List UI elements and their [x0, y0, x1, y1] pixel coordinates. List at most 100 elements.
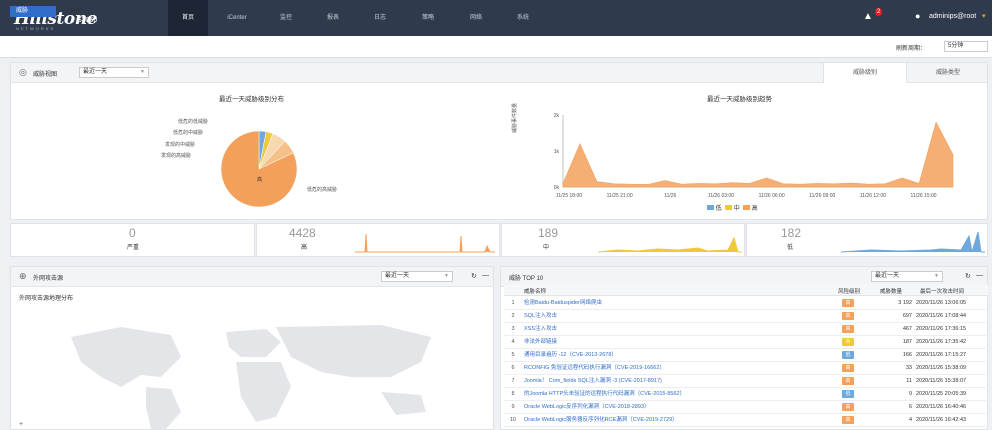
threat-name-link[interactable]: 的Joomla HTTP头未验证的远程执行代码漏洞（CVE-2015-8562） [524, 388, 685, 400]
panel-title: 威胁视图 [33, 72, 58, 78]
threat-name-link[interactable]: Joomla！ Com_fields SQL注入漏洞 -3 (CVE-2017-… [524, 375, 662, 387]
x-tick-label: 11/25 18:00 [556, 193, 582, 199]
trend-y-axis-label: 威胁事件数量 [512, 102, 518, 133]
row-index: 9 [511, 404, 515, 410]
user-icon[interactable]: ● [915, 11, 920, 21]
table-row[interactable]: 5 通用目录遍历 -12（CVE-2013-2678） 低 166 2020/11/26… [504, 349, 988, 362]
legend-medium-label[interactable]: 中 [734, 206, 740, 212]
threat-level-pie-chart [220, 130, 298, 208]
tab-threat-level[interactable]: 威胁级别 [823, 63, 907, 83]
user-menu-chevron-icon[interactable]: ▾ [982, 12, 986, 20]
threat-name-link[interactable]: 检测Baidu-Baiduspider网络爬虫 [524, 297, 602, 309]
top10-range-value: 最近一天 [875, 273, 900, 279]
nav-log[interactable]: 日志 [360, 0, 400, 36]
threat-name-link[interactable]: Oracle WebLogic反序列化漏洞（CVE-2018-2893） [524, 401, 650, 413]
risk-level-badge: 高 [842, 364, 854, 372]
tab-threat-type[interactable]: 威胁类型 [907, 63, 989, 83]
nav-icenter[interactable]: iCenter [215, 0, 259, 36]
stat-high[interactable]: 4428 高 [256, 223, 500, 257]
col-last-attack-time[interactable]: 最后一次攻击时间 [920, 287, 964, 295]
row-index: 4 [511, 339, 515, 345]
top10-table-header: 威胁名称 风险级别 威胁数量 最后一次攻击时间 [504, 285, 988, 296]
attack-source-range-value: 最近一天 [385, 273, 410, 279]
x-tick-label: 11/26 15:00 [911, 193, 937, 199]
table-row[interactable]: 2 SQL注入攻击 高 697 2020/11/26 17:08:44 [504, 310, 988, 323]
table-row[interactable]: 8 的Joomla HTTP头未验证的远程执行代码漏洞（CVE-2015-8562… [504, 388, 988, 401]
stat-high-label: 高 [301, 245, 308, 251]
alert-bell-icon[interactable]: ▲ [863, 11, 873, 22]
col-threat-name[interactable]: 威胁名称 [524, 287, 546, 295]
y-tick-label: 2k [554, 113, 560, 119]
globe-icon: ⊕ [19, 271, 27, 281]
legend-low-label[interactable]: 低 [716, 206, 722, 212]
stat-critical[interactable]: 0 严重 [10, 223, 255, 257]
risk-level-badge: 高 [842, 403, 854, 411]
minimize-icon[interactable]: — [482, 272, 489, 279]
risk-level-badge: 低 [842, 351, 854, 359]
nav-system[interactable]: 系统 [503, 0, 543, 36]
table-row[interactable]: 6 RCONFIG 免验证远程代码执行漏洞（CVE-2019-16662） 高 33 2… [504, 362, 988, 375]
risk-level-badge: 高 [842, 377, 854, 385]
stat-medium[interactable]: 189 中 [501, 223, 745, 257]
nav-report[interactable]: 报表 [313, 0, 353, 36]
row-index: 3 [511, 326, 515, 332]
panel-header: ◎ 威胁视图 最近一天 ▼ 威胁级别 威胁类型 [11, 63, 987, 83]
stat-low[interactable]: 182 低 [746, 223, 988, 257]
x-tick-label: 11/25 21:00 [607, 193, 633, 199]
threat-name-link[interactable]: 通用目录遍历 -12（CVE-2013-2678） [524, 349, 617, 361]
risk-level-badge: 高 [842, 416, 854, 424]
top10-range-select[interactable]: 最近一天 ▼ [871, 271, 943, 282]
device-model: S3060 [77, 17, 98, 24]
pie-label-low-low: 低危的低威胁 [178, 119, 209, 125]
col-threat-count[interactable]: 威胁数量 [880, 287, 902, 295]
nav-home[interactable]: 首页 [168, 0, 208, 36]
tab-threat[interactable]: 威胁 [10, 6, 56, 17]
zoom-in-icon[interactable]: + [19, 421, 23, 428]
table-row[interactable]: 9 Oracle WebLogic反序列化漏洞（CVE-2018-2893） 高 6 2… [504, 401, 988, 414]
tab-system-label: 系统 [69, 8, 82, 14]
trend-chart-title: 最近一天威胁级别趋势 [707, 96, 772, 103]
table-row[interactable]: 3 XSS注入攻击 高 467 2020/11/26 17:36:15 [504, 323, 988, 336]
legend-high-swatch [743, 205, 751, 210]
y-tick-label: 1k [554, 149, 560, 155]
high-sparkline [355, 233, 495, 253]
overview-range-select[interactable]: 最近一天 ▼ [79, 67, 149, 78]
nav-network[interactable]: 网络 [456, 0, 496, 36]
user-name[interactable]: adminips@root [929, 13, 976, 20]
table-row[interactable]: 10 Oracle WebLogic服务器反序列化RCE漏洞（CVE-2019-2… [504, 414, 988, 427]
dashboard-tab-bar [0, 36, 992, 58]
threat-name-link[interactable]: 非法外部链接 [524, 336, 557, 348]
x-tick-label: 11/26 12:00 [860, 193, 886, 199]
threat-name-link[interactable]: SQL注入攻击 [524, 310, 557, 322]
nav-monitor[interactable]: 监控 [266, 0, 306, 36]
table-row[interactable]: 4 非法外部链接 中 187 2020/11/26 17:35:42 [504, 336, 988, 349]
last-attack-time: 2020/11/26 16:40:46 [916, 404, 967, 410]
chevron-down-icon: ▼ [934, 273, 939, 279]
table-row[interactable]: 1 检测Baidu-Baiduspider网络爬虫 高 3 192 2020/11/26… [504, 297, 988, 310]
table-row[interactable]: 7 Joomla！ Com_fields SQL注入漏洞 -3 (CVE-2017… [504, 375, 988, 388]
threat-name-link[interactable]: XSS注入攻击 [524, 323, 557, 335]
threat-count: 166 [902, 352, 912, 358]
pie-center-label: 高 [257, 177, 263, 183]
minimize-icon[interactable]: — [976, 272, 983, 279]
attack-source-header: ⊕ 外网攻击源 最近一天 ▼ ↻ — [11, 267, 493, 287]
attack-source-range-select[interactable]: 最近一天 ▼ [381, 271, 453, 282]
col-risk-level[interactable]: 风险级别 [838, 287, 860, 295]
threat-name-link[interactable]: Oracle WebLogic服务器反序列化RCE漏洞（CVE-2019-272… [524, 414, 678, 426]
chevron-down-icon: ▼ [140, 69, 145, 75]
refresh-icon[interactable]: ↻ [965, 272, 971, 280]
refresh-period-label: 刷新周期： [896, 46, 927, 52]
threat-name-link[interactable]: RCONFIG 免验证远程代码执行漏洞（CVE-2019-16662） [524, 362, 665, 374]
tab-system[interactable]: ▭ 系统 [62, 6, 81, 17]
risk-level-badge: 高 [842, 299, 854, 307]
x-tick-label: 11/26 09:00 [809, 193, 835, 199]
legend-high-label[interactable]: 高 [752, 206, 758, 212]
nav-policy[interactable]: 策略 [408, 0, 448, 36]
world-map[interactable] [51, 317, 471, 429]
stat-high-value: 4428 [289, 226, 316, 240]
series-area-2[interactable] [562, 121, 954, 188]
row-index: 6 [511, 365, 515, 371]
refresh-icon[interactable]: ↻ [471, 272, 477, 280]
refresh-period-select[interactable]: 5分钟 [944, 41, 988, 52]
legend-medium-swatch [725, 205, 733, 210]
